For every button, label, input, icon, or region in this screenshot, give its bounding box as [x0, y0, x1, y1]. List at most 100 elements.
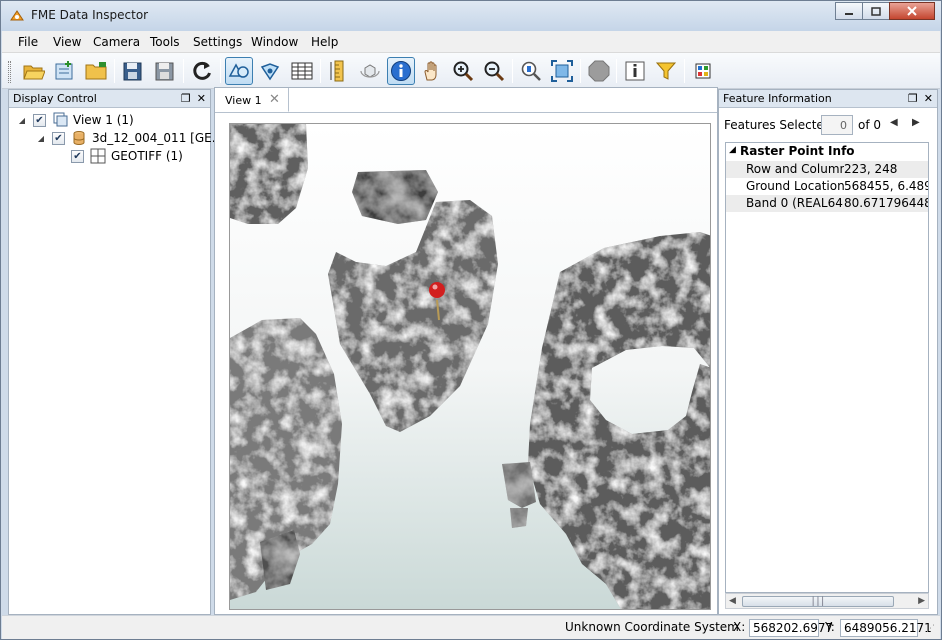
row-key: Row and Column — [746, 162, 844, 176]
row-value: 80.671796448702 — [844, 196, 928, 210]
toolbar-grip[interactable] — [8, 61, 11, 83]
collapse-arrow-icon[interactable]: ◢ — [17, 115, 27, 125]
raster-layer-icon — [90, 148, 106, 164]
open-workspace-button[interactable] — [82, 57, 110, 85]
selected-count-field[interactable]: 0 — [821, 115, 853, 135]
menu-window[interactable]: Window — [251, 35, 298, 49]
menu-bar: File View Camera Tools Settings Window H… — [2, 31, 940, 53]
select-vertex-button[interactable] — [256, 57, 284, 85]
table-row[interactable]: Row and Column 223, 248 — [726, 161, 928, 178]
tree-item-dataset[interactable]: ◢ ✔ 3d_12_004_011 [GE... — [36, 129, 223, 147]
toolbar-separator — [114, 59, 115, 83]
close-panel-icon[interactable]: ✕ — [924, 92, 933, 105]
tree-item-geotiff[interactable]: ✔ GEOTIFF (1) — [71, 147, 183, 165]
close-button[interactable] — [889, 2, 935, 20]
app-window: FME Data Inspector File View Camera Tool… — [0, 0, 942, 640]
raster-legend-button[interactable] — [689, 57, 717, 85]
add-dataset-icon — [55, 61, 73, 80]
orbit-3d-button[interactable] — [356, 57, 384, 85]
measure-button[interactable] — [325, 57, 353, 85]
menu-view[interactable]: View — [53, 35, 81, 49]
collapse-arrow-icon[interactable]: ◢ — [36, 133, 46, 143]
tab-view-1[interactable]: View 1 ✕ — [215, 88, 289, 112]
cube-rotate-icon — [360, 64, 380, 78]
zoom-selection-button[interactable] — [517, 57, 545, 85]
float-panel-icon[interactable]: ❐ — [181, 92, 191, 105]
pan-button[interactable] — [418, 57, 446, 85]
tab-close-icon[interactable]: ✕ — [269, 92, 280, 107]
zoom-extents-icon — [551, 60, 573, 82]
features-selected-label: Features Selected: — [724, 118, 836, 132]
menu-tools[interactable]: Tools — [150, 35, 180, 49]
resize-grip-icon[interactable]: ⋰ — [926, 624, 935, 641]
feature-info-button[interactable] — [621, 57, 649, 85]
tree-item-label: GEOTIFF (1) — [111, 149, 183, 163]
menu-camera[interactable]: Camera — [93, 35, 140, 49]
select-tool-button[interactable] — [225, 57, 253, 85]
status-bar: Unknown Coordinate System X: 568202.6977… — [2, 615, 940, 639]
geotiff-checkbox[interactable]: ✔ — [71, 149, 84, 163]
zoom-out-button[interactable] — [480, 57, 508, 85]
info-icon — [391, 61, 411, 81]
refresh-icon — [193, 61, 211, 80]
view-checkbox[interactable]: ✔ — [33, 113, 46, 127]
scroll-right-icon[interactable]: ▶ — [918, 596, 925, 606]
next-feature-button[interactable]: ▶ — [912, 117, 920, 128]
float-panel-icon[interactable]: ❐ — [908, 92, 918, 105]
add-dataset-button[interactable] — [50, 57, 78, 85]
row-value: 568455, 6.48941e — [844, 179, 928, 193]
collapse-arrow-icon[interactable]: ◢ — [729, 145, 736, 155]
y-label: Y: — [825, 620, 835, 634]
raster-point-info-section[interactable]: ◢ Raster Point Info — [726, 143, 928, 161]
feature-info-icon — [625, 61, 645, 81]
previous-feature-button[interactable]: ◀ — [890, 117, 898, 128]
zoom-out-icon — [484, 61, 505, 82]
row-key: Band 0 (REAL64) — [746, 196, 844, 210]
section-title: Raster Point Info — [740, 144, 855, 158]
maximize-button[interactable] — [862, 2, 890, 20]
open-button[interactable] — [20, 57, 48, 85]
x-label: X: — [733, 620, 746, 634]
display-control-header: Display Control ❐ ✕ — [9, 90, 210, 108]
fme-app-icon — [9, 8, 25, 24]
menu-settings[interactable]: Settings — [193, 35, 242, 49]
row-value: 223, 248 — [844, 162, 898, 176]
tree-item-label: View 1 (1) — [73, 113, 134, 127]
coordinate-system-label: Unknown Coordinate System — [565, 620, 739, 634]
feature-properties-table: ◢ Raster Point Info Row and Column 223, … — [725, 142, 929, 593]
scrollbar-thumb[interactable]: │││ — [742, 596, 894, 607]
toolbar-separator — [616, 59, 617, 83]
tree-item-view[interactable]: ◢ ✔ View 1 (1) — [17, 111, 134, 129]
menu-help[interactable]: Help — [311, 35, 338, 49]
map-canvas[interactable] — [229, 123, 711, 610]
zoom-in-button[interactable] — [449, 57, 477, 85]
toolbar-separator — [684, 59, 685, 83]
view-icon — [52, 112, 68, 128]
stop-button[interactable] — [585, 57, 613, 85]
menu-file[interactable]: File — [18, 35, 38, 49]
y-coordinate-value: 6489056.2171 — [840, 619, 932, 637]
title-bar[interactable]: FME Data Inspector — [1, 1, 941, 31]
refresh-button[interactable] — [188, 57, 216, 85]
filter-funnel-icon — [655, 62, 677, 80]
toolbar-separator — [512, 59, 513, 83]
save-button[interactable] — [119, 57, 147, 85]
horizontal-scrollbar[interactable]: ◀ │││ ▶ — [725, 593, 929, 609]
zoom-extents-button[interactable] — [548, 57, 576, 85]
table-row[interactable]: Band 0 (REAL64) 80.671796448702 — [726, 195, 928, 212]
table-row[interactable]: Ground Location 568455, 6.48941e — [726, 178, 928, 195]
filter-button[interactable] — [652, 57, 680, 85]
inspect-button[interactable] — [387, 57, 415, 85]
scroll-left-icon[interactable]: ◀ — [729, 596, 736, 606]
close-panel-icon[interactable]: ✕ — [197, 92, 206, 105]
select-shapes-icon — [228, 63, 249, 78]
toolbar-separator — [320, 59, 321, 83]
minimize-button[interactable] — [835, 2, 863, 20]
folder-icon — [85, 62, 107, 80]
tree-item-label: 3d_12_004_011 [GE... — [92, 131, 224, 145]
tab-label: View 1 — [225, 94, 262, 107]
save-as-button[interactable] — [151, 57, 179, 85]
total-count-label: of 0 — [858, 118, 882, 132]
dataset-checkbox[interactable]: ✔ — [52, 131, 65, 145]
table-view-button[interactable] — [288, 57, 316, 85]
